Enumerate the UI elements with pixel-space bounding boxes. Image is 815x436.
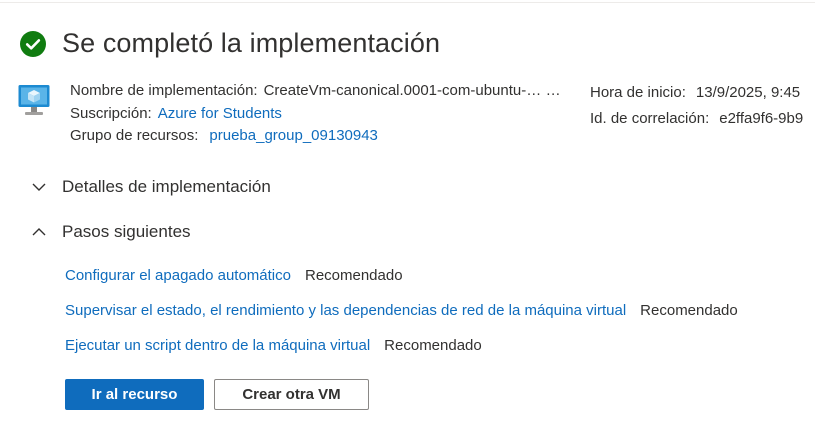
create-another-vm-button[interactable]: Crear otra VM [214, 379, 369, 410]
page-header: Se completó la implementación [20, 28, 440, 59]
deployment-info: Nombre de implementación: CreateVm-canoni… [70, 80, 561, 148]
page-title: Se completó la implementación [62, 28, 441, 58]
deployment-name-value: CreateVm-canonical.0001-com-ubuntu-serve… [263, 82, 546, 99]
configure-auto-shutdown-link[interactable]: Configurar el apagado automático [65, 267, 291, 284]
next-steps-toggle[interactable]: Pasos siguientes [30, 222, 191, 242]
run-script-in-vm-link[interactable]: Ejecutar un script dentro de la máquina … [65, 337, 370, 354]
monitor-vm-health-link[interactable]: Supervisar el estado, el rendimiento y l… [65, 302, 626, 319]
top-divider [0, 2, 815, 3]
correlation-label: Id. de correlación: [590, 110, 710, 127]
deployment-details-toggle[interactable]: Detalles de implementación [30, 177, 271, 197]
correlation-row: Id. de correlación: e2ffa9f6-9b9 [590, 106, 815, 132]
start-time-row: Hora de inicio: 13/9/2025, 9:45 [590, 80, 815, 106]
next-step-item: Configurar el apagado automático Recomend… [65, 267, 403, 284]
subscription-link[interactable]: Azure for Students [158, 105, 282, 122]
success-check-icon [20, 30, 46, 57]
start-time-value: 13/9/2025, 9:45 [695, 84, 801, 101]
recommended-label: Recomendado [384, 337, 482, 354]
chevron-down-icon [30, 178, 48, 196]
deployment-name-row: Nombre de implementación: CreateVm-canoni… [70, 80, 561, 103]
resource-group-label: Grupo de recursos: [70, 127, 199, 144]
recommended-label: Recomendado [304, 267, 403, 284]
next-steps-title: Pasos siguientes [62, 222, 191, 241]
next-step-item: Supervisar el estado, el rendimiento y l… [65, 302, 738, 319]
resource-group-link[interactable]: prueba_group_09130943 [209, 127, 378, 144]
virtual-machine-icon [18, 84, 50, 118]
subscription-label: Suscripción: [70, 104, 152, 122]
deployment-meta: Hora de inicio: 13/9/2025, 9:45 Id. de co… [590, 80, 815, 132]
subscription-row: Suscripción: Azure for Students [70, 103, 561, 126]
resource-group-row: Grupo de recursos: prueba_group_09130943 [70, 125, 561, 148]
recommended-label: Recomendado [640, 302, 738, 319]
start-time-label: Hora de inicio: [590, 84, 686, 101]
deployment-details-title: Detalles de implementación [62, 177, 271, 196]
next-step-item: Ejecutar un script dentro de la máquina … [65, 337, 482, 354]
chevron-up-icon [30, 223, 48, 241]
correlation-value: e2ffa9f6-9b9 [719, 110, 804, 127]
deployment-name-label: Nombre de implementación: [70, 82, 258, 99]
go-to-resource-button[interactable]: Ir al recurso [65, 379, 204, 410]
